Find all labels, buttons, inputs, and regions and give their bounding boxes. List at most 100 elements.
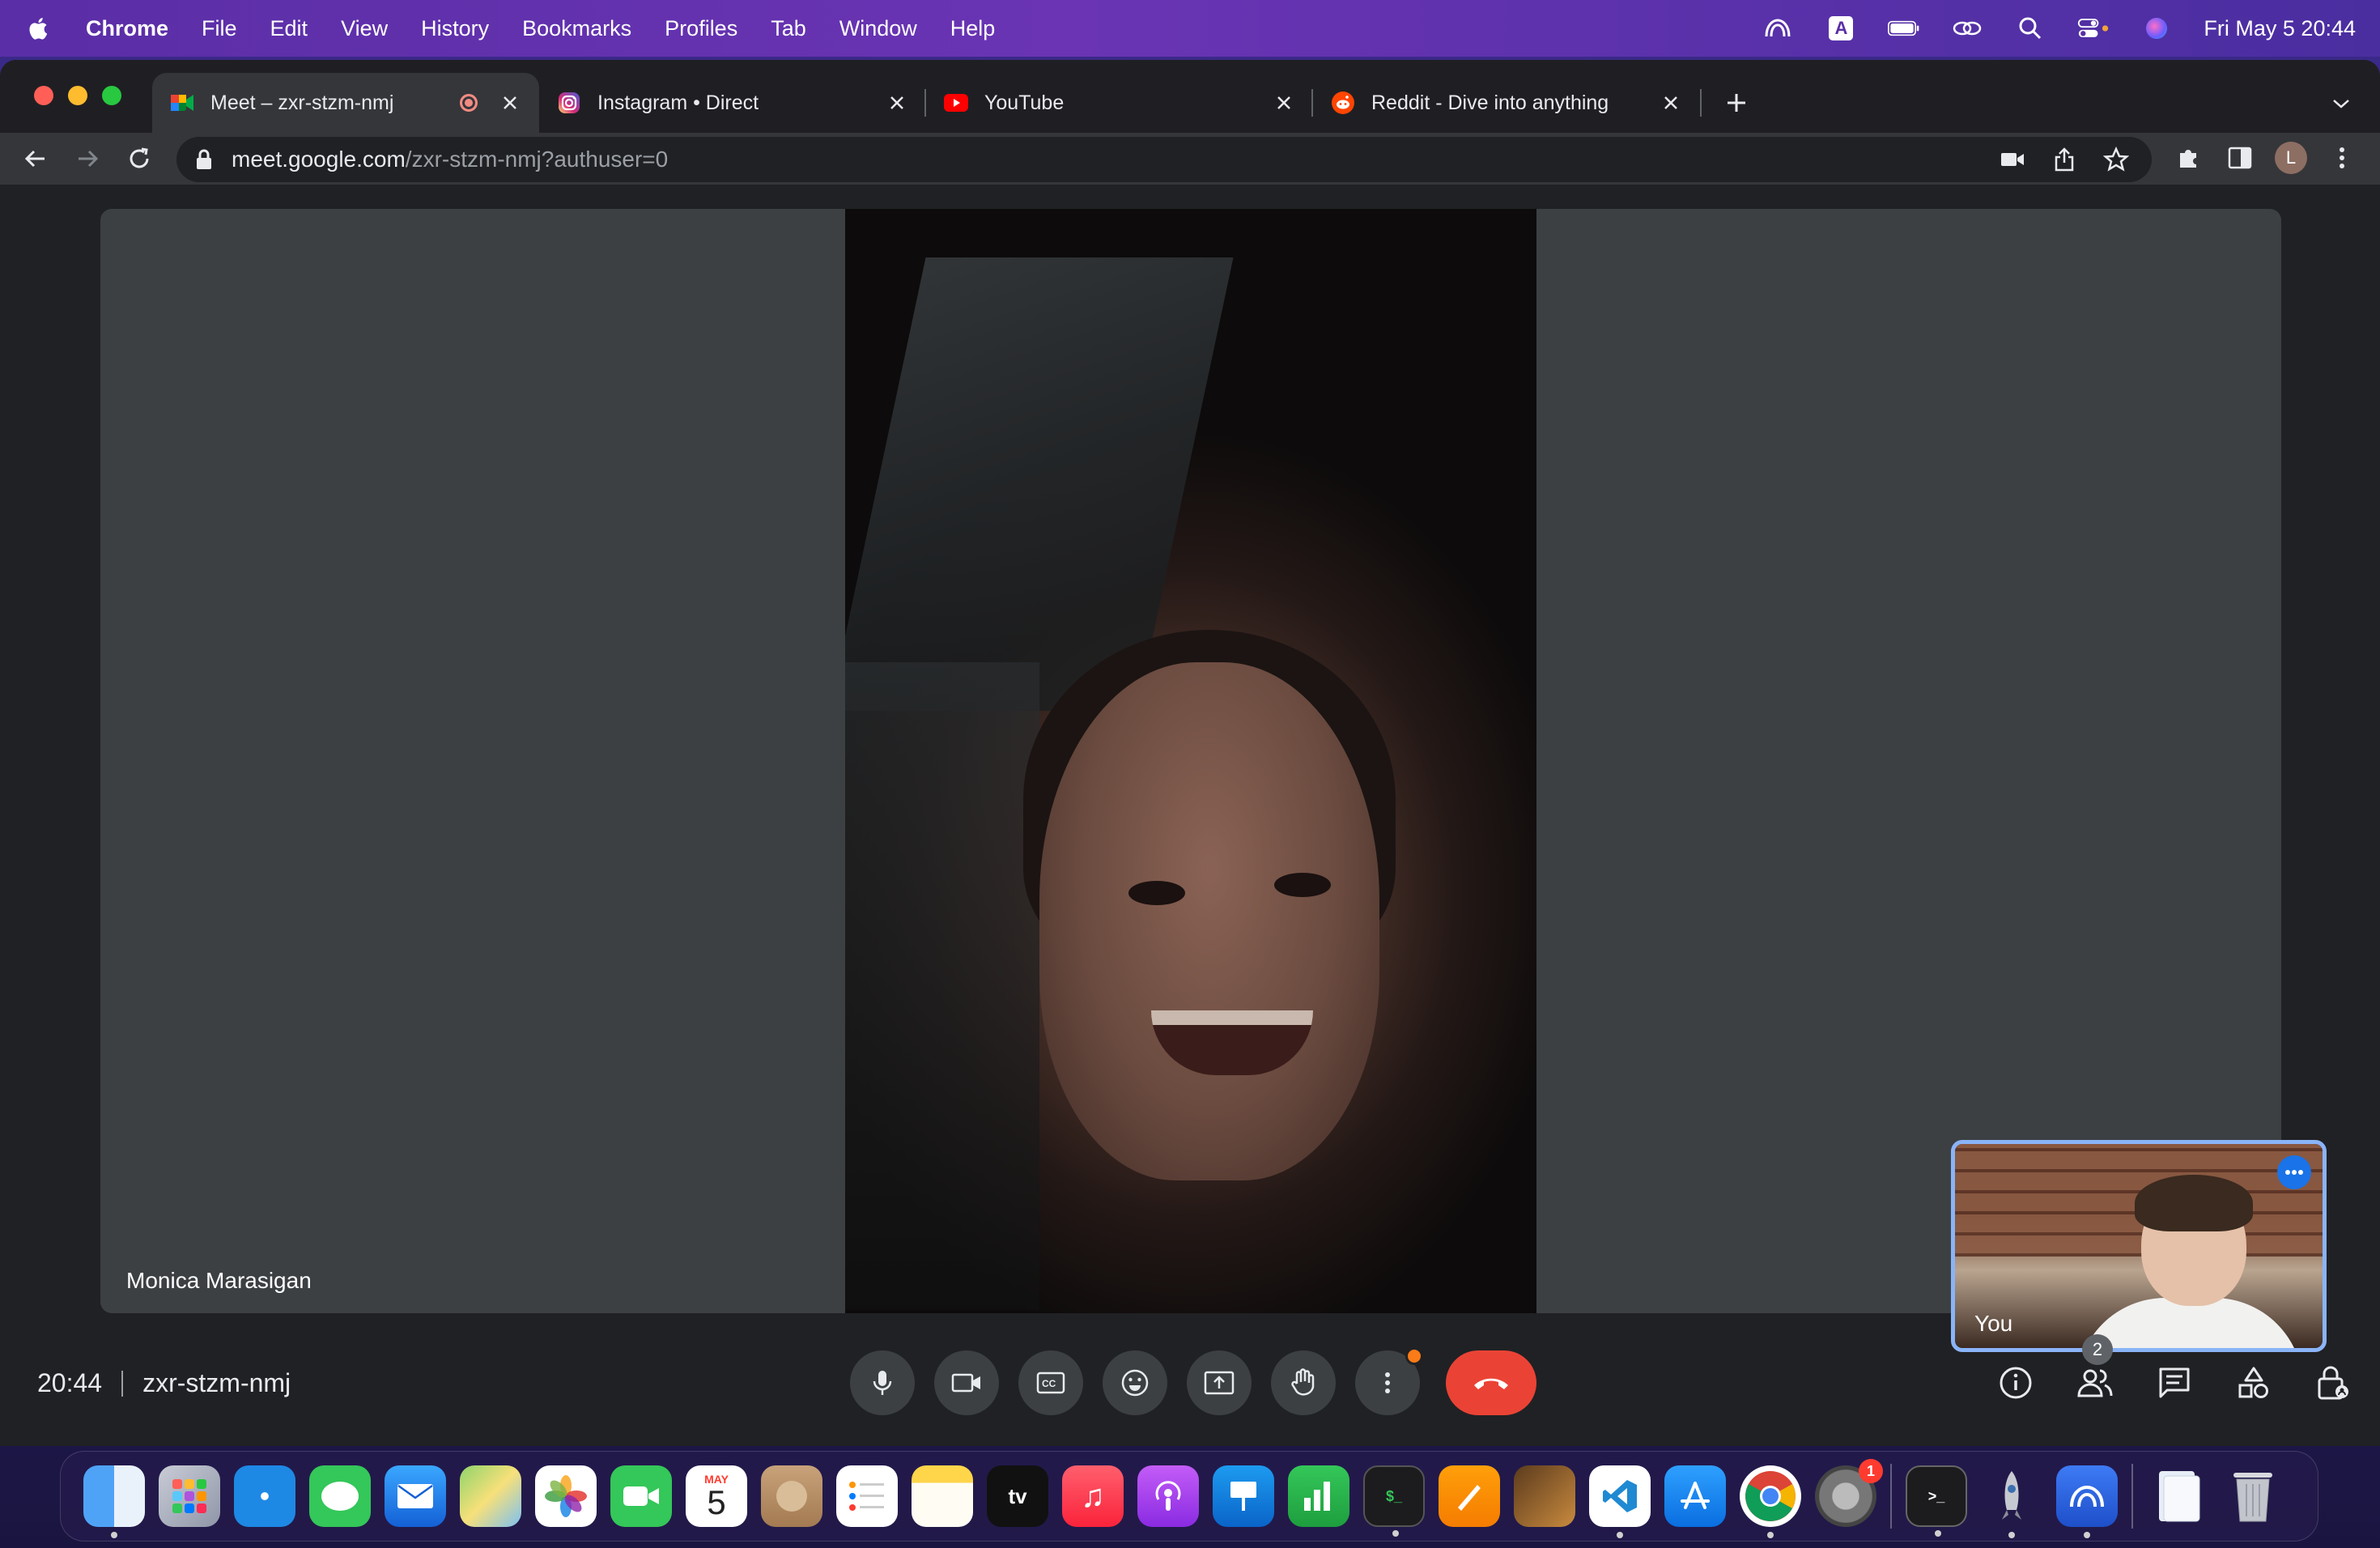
dock-divider [1890,1464,1892,1529]
back-button[interactable] [18,141,53,176]
podcasts-icon[interactable] [1137,1465,1199,1527]
menubar-status-area: A Fri May 5 20:44 [1762,15,2356,42]
menu-app-name[interactable]: Chrome [86,16,168,41]
menu-bookmarks[interactable]: Bookmarks [522,16,631,41]
camera-button[interactable] [934,1350,999,1415]
siri-icon[interactable] [2140,15,2173,42]
tab-instagram[interactable]: Instagram • Direct [539,73,926,133]
macos-menubar: Chrome File Edit View History Bookmarks … [0,0,2380,57]
tab-title: Instagram • Direct [597,91,759,114]
share-icon[interactable] [2050,145,2079,174]
contacts-icon[interactable] [761,1465,822,1527]
photos-icon[interactable] [535,1465,597,1527]
tab-reddit[interactable]: Reddit - Dive into anything [1313,73,1700,133]
safari-icon[interactable] [234,1465,295,1527]
launchpad-icon[interactable] [159,1465,220,1527]
battery-icon[interactable] [1888,15,1920,42]
extensions-puzzle-icon[interactable] [2171,141,2205,175]
svg-text:CC: CC [1042,1378,1056,1389]
menu-window[interactable]: Window [839,16,917,41]
mail-icon[interactable] [385,1465,446,1527]
spotlight-icon[interactable] [2014,15,2046,42]
menu-history[interactable]: History [421,16,489,41]
finder-icon[interactable] [83,1465,145,1538]
menubar-clock[interactable]: Fri May 5 20:44 [2204,16,2356,41]
chrome-icon[interactable] [1740,1465,1801,1538]
pages-icon[interactable] [1439,1465,1500,1527]
tab-search-button[interactable] [2325,87,2357,120]
emoji-reaction-button[interactable] [1103,1350,1167,1415]
facetime-icon[interactable] [610,1465,672,1527]
raise-hand-button[interactable] [1271,1350,1336,1415]
creative-cloud-app-icon[interactable] [2056,1465,2118,1538]
close-icon[interactable] [886,91,908,114]
present-icon [1204,1371,1235,1395]
menu-view[interactable]: View [341,16,388,41]
trash-icon[interactable] [2222,1465,2284,1527]
captions-button[interactable]: CC [1018,1350,1083,1415]
keynote-icon[interactable] [1213,1465,1274,1527]
terminal-icon[interactable]: $_ [1363,1465,1425,1537]
info-icon [2000,1367,2032,1399]
kebab-menu-icon[interactable] [2325,141,2359,175]
window-zoom-button[interactable] [102,86,121,105]
more-options-button[interactable] [1355,1347,1423,1415]
documents-folder-icon[interactable] [2147,1465,2208,1527]
apple-logo-icon[interactable] [24,15,49,42]
microphone-button[interactable] [850,1350,915,1415]
terminal-2-icon[interactable]: >_ [1906,1465,1967,1537]
apple-tv-icon[interactable]: tv [987,1465,1048,1527]
maps-icon[interactable] [460,1465,521,1527]
host-controls-icon [2318,1366,2348,1400]
messages-icon[interactable] [309,1465,371,1527]
self-view-tile[interactable]: You [1951,1140,2327,1352]
menu-edit[interactable]: Edit [270,16,308,41]
tab-youtube[interactable]: YouTube [926,73,1313,133]
reminders-icon[interactable] [836,1465,898,1527]
present-screen-button[interactable] [1187,1350,1252,1415]
close-icon[interactable] [1273,91,1295,114]
address-bar[interactable]: meet.google.com/zxr-stzm-nmj?authuser=0 [176,137,2152,182]
notes-icon[interactable] [912,1465,973,1527]
forward-button[interactable] [70,141,105,176]
window-close-button[interactable] [34,86,53,105]
arrow-left-icon [24,150,45,168]
running-indicator [1935,1530,1941,1537]
garageband-icon[interactable] [1514,1465,1575,1527]
bookmark-star-icon[interactable] [2102,145,2131,174]
menu-file[interactable]: File [202,16,237,41]
tab-meet[interactable]: Meet – zxr-stzm-nmj [152,73,539,133]
lock-icon[interactable] [194,148,214,171]
profile-avatar[interactable]: L [2275,142,2307,174]
activities-button[interactable] [2231,1359,2276,1407]
music-icon[interactable]: ♫ [1062,1465,1124,1527]
meeting-details-button[interactable] [1993,1359,2038,1407]
menu-tab[interactable]: Tab [771,16,806,41]
people-button[interactable]: 2 [2072,1334,2118,1407]
close-icon[interactable] [499,91,521,114]
system-settings-icon[interactable]: 1 [1815,1459,1883,1527]
chat-button[interactable] [2152,1359,2197,1407]
creative-cloud-icon[interactable] [1762,15,1794,42]
host-controls-button[interactable] [2310,1359,2356,1407]
side-panel-icon[interactable] [2223,141,2257,175]
close-icon[interactable] [1660,91,1682,114]
rocket-icon[interactable] [1981,1465,2042,1538]
chat-icon [2159,1367,2190,1398]
new-tab-button[interactable] [1719,86,1753,120]
screen-mirroring-icon[interactable] [1951,15,1983,42]
menu-help[interactable]: Help [950,16,996,41]
reload-button[interactable] [121,141,157,176]
input-source-icon[interactable]: A [1825,15,1857,42]
vscode-icon[interactable] [1589,1465,1651,1538]
camera-in-use-icon[interactable] [1998,145,2027,174]
control-center-icon[interactable] [2077,15,2110,42]
leave-call-button[interactable] [1446,1350,1536,1415]
menu-profiles[interactable]: Profiles [665,16,737,41]
calendar-icon[interactable]: MAY 5 [686,1465,747,1527]
self-view-more-button[interactable] [2277,1155,2311,1189]
window-minimize-button[interactable] [68,86,87,105]
app-store-icon[interactable] [1664,1465,1726,1527]
browser-toolbar: meet.google.com/zxr-stzm-nmj?authuser=0 [0,133,2380,185]
numbers-icon[interactable] [1288,1465,1349,1527]
